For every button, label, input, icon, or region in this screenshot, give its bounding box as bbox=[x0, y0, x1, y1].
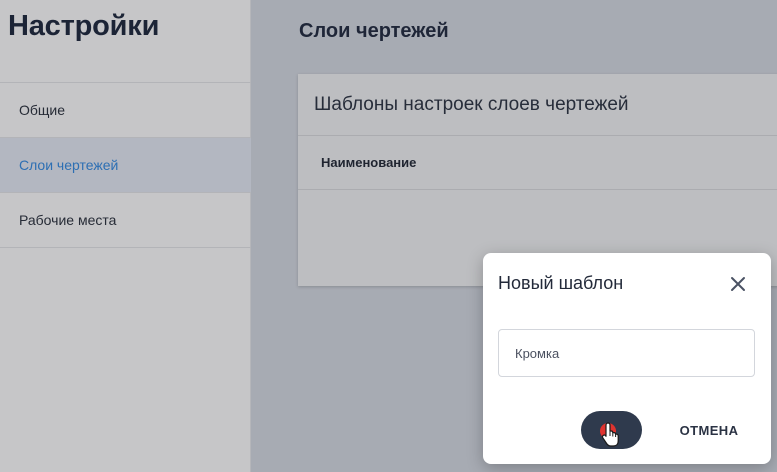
page-title: Слои чертежей bbox=[299, 20, 449, 42]
sidebar-nav: Общие Слои чертежей Рабочие места bbox=[0, 82, 251, 248]
card-title: Шаблоны настроек слоев чертежей bbox=[298, 74, 777, 136]
sidebar-item-workstations[interactable]: Рабочие места bbox=[0, 193, 251, 248]
sidebar-item-general[interactable]: Общие bbox=[0, 83, 251, 138]
hand-pointer-icon bbox=[600, 422, 619, 447]
template-name-input[interactable] bbox=[498, 329, 755, 377]
sidebar-title: Настройки bbox=[8, 10, 160, 42]
dialog-title: Новый шаблон bbox=[498, 273, 624, 293]
save-button[interactable] bbox=[581, 411, 642, 449]
cancel-button[interactable]: ОТМЕНА bbox=[669, 411, 749, 449]
column-header-name[interactable]: Наименование bbox=[298, 136, 777, 190]
new-template-dialog: Новый шаблон ОТМЕНА bbox=[483, 253, 771, 464]
sidebar: Настройки Общие Слои чертежей Рабочие ме… bbox=[0, 0, 251, 472]
sidebar-item-drawing-layers[interactable]: Слои чертежей bbox=[0, 138, 251, 193]
close-icon[interactable] bbox=[727, 273, 749, 295]
